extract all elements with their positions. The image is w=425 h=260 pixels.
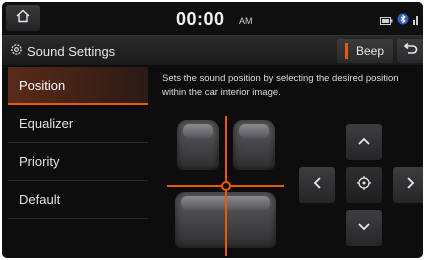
- car-interior-image[interactable]: [167, 116, 284, 256]
- home-icon: [15, 8, 31, 29]
- status-bar: 00:00 AM: [2, 2, 423, 35]
- page-title-label: Sound Settings: [27, 43, 116, 59]
- chevron-up-icon: [357, 133, 371, 151]
- move-left-button[interactable]: [299, 167, 335, 203]
- battery-icon: [380, 12, 393, 30]
- move-down-button[interactable]: [346, 210, 382, 246]
- position-marker[interactable]: [221, 181, 231, 191]
- back-icon: [402, 42, 418, 61]
- beep-indicator: [345, 43, 348, 59]
- clock: 00:00: [176, 9, 225, 29]
- sidebar-item-equalizer[interactable]: Equalizer: [8, 105, 148, 143]
- chevron-left-icon: [312, 176, 322, 195]
- signal-icon: [413, 12, 419, 30]
- sidebar-item-priority[interactable]: Priority: [8, 143, 148, 181]
- bluetooth-icon: [397, 12, 409, 30]
- page-title: Sound Settings: [10, 43, 115, 59]
- sidebar-item-label: Default: [19, 192, 61, 207]
- seat-front-left: [177, 120, 219, 170]
- center-position-button[interactable]: [346, 167, 382, 203]
- chevron-down-icon: [357, 219, 371, 237]
- screen: 00:00 AM Sound Settings Beep Position Eq…: [2, 2, 423, 258]
- beep-button[interactable]: Beep: [337, 39, 393, 63]
- sidebar-item-position[interactable]: Position: [8, 67, 148, 105]
- move-right-button[interactable]: [393, 167, 423, 203]
- position-description: Sets the sound position by selecting the…: [162, 73, 399, 98]
- sidebar-item-label: Equalizer: [19, 116, 74, 131]
- beep-label: Beep: [356, 44, 385, 58]
- header-bar: Sound Settings Beep: [2, 35, 423, 65]
- clock-ampm: AM: [239, 16, 253, 26]
- home-button[interactable]: [6, 5, 40, 31]
- seat-front-right: [233, 120, 275, 170]
- crosshair-icon: [356, 175, 372, 196]
- move-up-button[interactable]: [346, 124, 382, 160]
- sidebar-item-label: Priority: [19, 154, 60, 169]
- back-button[interactable]: [397, 39, 423, 63]
- sidebar-item-label: Position: [19, 77, 66, 93]
- gear-icon: [10, 43, 23, 59]
- sidebar: Position Equalizer Priority Default: [8, 67, 148, 258]
- sidebar-item-default[interactable]: Default: [8, 181, 148, 219]
- status-icons: [380, 12, 419, 30]
- chevron-right-icon: [406, 176, 416, 195]
